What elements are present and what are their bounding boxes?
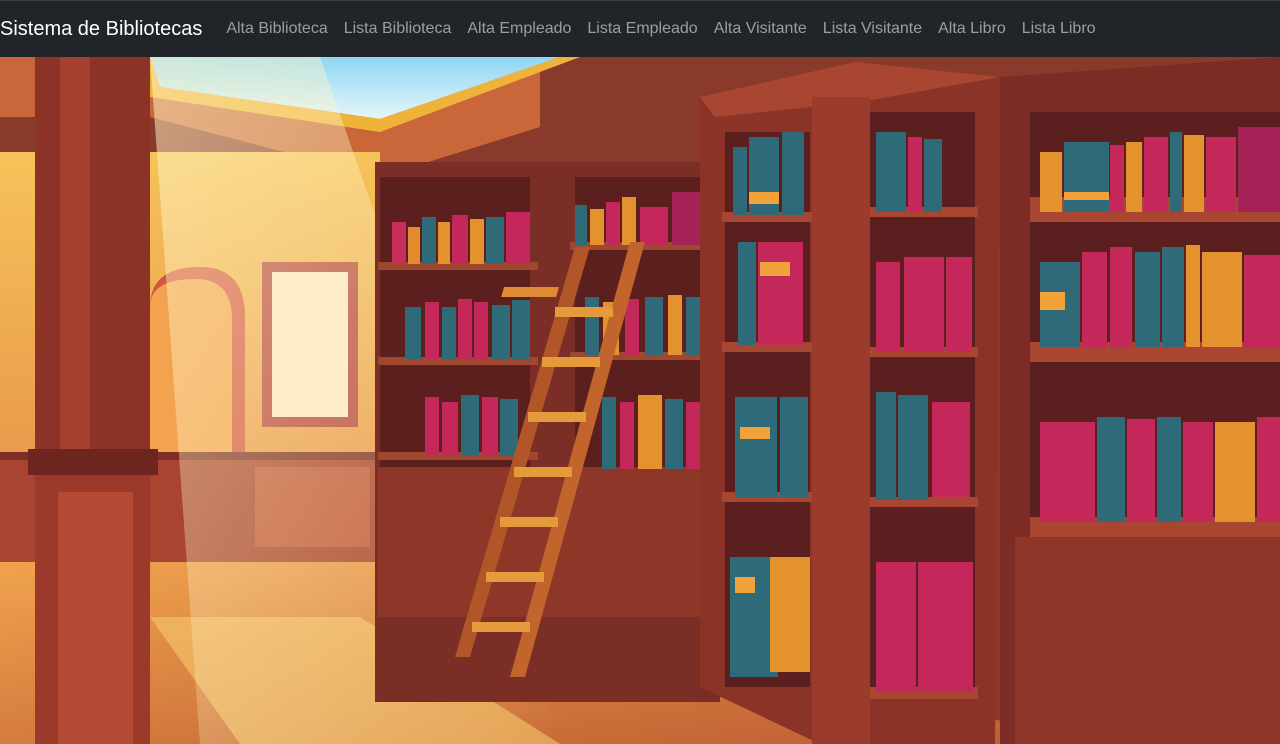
top-navbar: Sistema de Bibliotecas Alta Biblioteca L… xyxy=(0,0,1280,57)
nav-link-alta-biblioteca[interactable]: Alta Biblioteca xyxy=(218,20,335,38)
library-hero-image xyxy=(0,57,1280,744)
nav-link-lista-biblioteca[interactable]: Lista Biblioteca xyxy=(336,20,460,38)
library-illustration xyxy=(0,57,1280,744)
nav-links: Alta Biblioteca Lista Biblioteca Alta Em… xyxy=(218,20,1103,38)
nav-link-alta-libro[interactable]: Alta Libro xyxy=(930,20,1014,38)
nav-link-lista-libro[interactable]: Lista Libro xyxy=(1014,20,1104,38)
brand-link[interactable]: Sistema de Bibliotecas xyxy=(0,18,202,41)
nav-link-alta-empleado[interactable]: Alta Empleado xyxy=(459,20,579,38)
nav-link-lista-visitante[interactable]: Lista Visitante xyxy=(815,20,930,38)
nav-link-lista-empleado[interactable]: Lista Empleado xyxy=(579,20,705,38)
nav-link-alta-visitante[interactable]: Alta Visitante xyxy=(706,20,815,38)
